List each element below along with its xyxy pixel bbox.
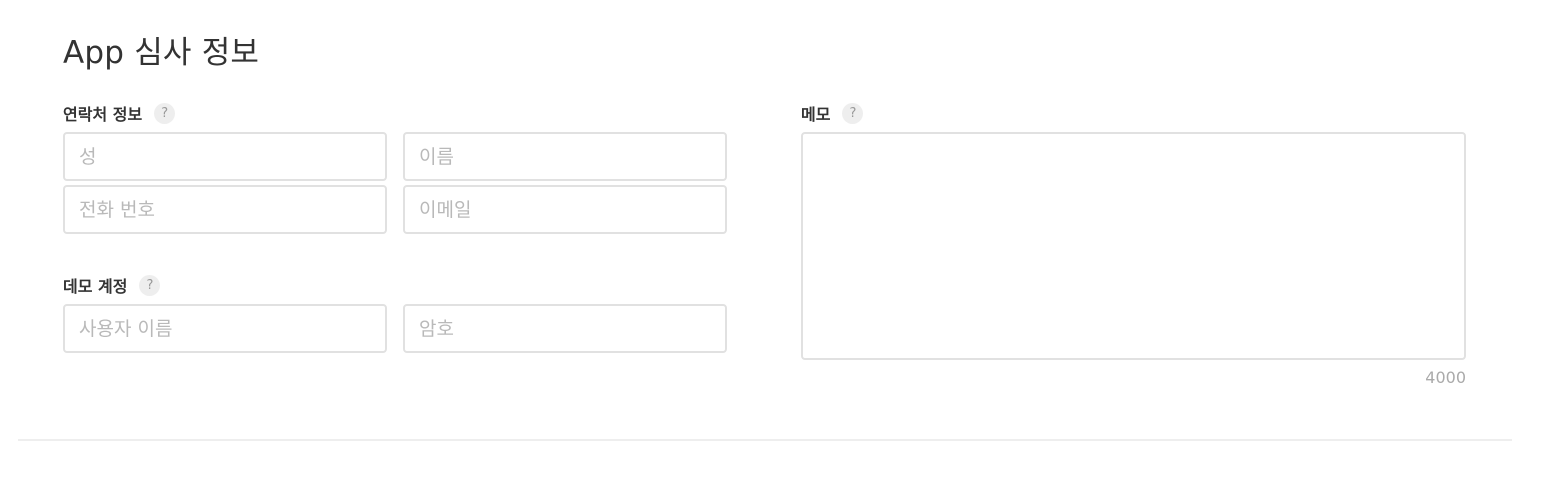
- demo-account-help-icon[interactable]: ?: [139, 274, 161, 296]
- notes-char-count: 4000: [1425, 368, 1466, 387]
- demo-username-input[interactable]: [63, 304, 387, 353]
- notes-label: 메모 ?: [801, 102, 864, 124]
- notes-help-icon[interactable]: ?: [842, 102, 864, 124]
- demo-account-label: 데모 계정 ?: [63, 274, 161, 296]
- contact-info-help-icon[interactable]: ?: [154, 102, 176, 124]
- email-input[interactable]: [403, 185, 727, 234]
- contact-info-label: 연락처 정보 ?: [63, 102, 176, 124]
- notes-label-text: 메모: [801, 105, 831, 124]
- section-divider: [18, 439, 1512, 441]
- notes-textarea[interactable]: [801, 132, 1466, 360]
- demo-account-label-text: 데모 계정: [63, 277, 128, 296]
- phone-number-input[interactable]: [63, 185, 387, 234]
- section-title: App 심사 정보: [63, 35, 260, 71]
- last-name-input[interactable]: [63, 132, 387, 181]
- first-name-input[interactable]: [403, 132, 727, 181]
- contact-info-label-text: 연락처 정보: [63, 105, 143, 124]
- demo-password-input[interactable]: [403, 304, 727, 353]
